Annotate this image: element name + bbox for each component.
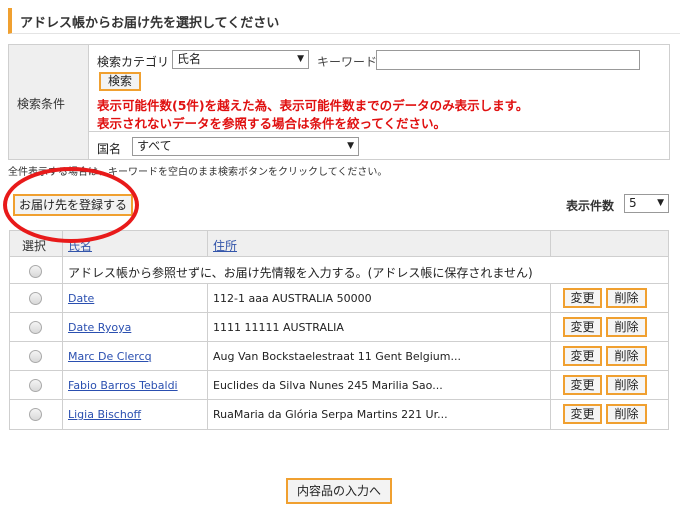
country-select[interactable]: すべて ▼ (132, 137, 359, 156)
address-text: RuaMaria da Glória Serpa Martins 221 Ur.… (213, 408, 448, 421)
display-count-select[interactable]: 5 ▼ (624, 194, 669, 213)
address-text: 1111 11111 AUSTRALIA (213, 321, 344, 334)
category-select[interactable]: 氏名 ▼ (172, 50, 309, 69)
address-name-link[interactable]: Date (68, 292, 94, 305)
keyword-input[interactable] (376, 50, 640, 70)
warning-text-line1: 表示可能件数(5件)を越えた為、表示可能件数までのデータのみ表示します。 (97, 98, 529, 113)
table-row: Marc De Clercq Aug Van Bockstaelestraat … (10, 342, 668, 371)
divider (89, 131, 669, 132)
address-name-link[interactable]: Marc De Clercq (68, 350, 152, 363)
edit-button[interactable]: 変更 (563, 317, 602, 337)
country-label: 国名 (97, 142, 122, 156)
delete-button[interactable]: 削除 (606, 346, 647, 366)
address-name-link[interactable]: Ligia Bischoff (68, 408, 141, 421)
table-header: 選択 氏名 住所 (10, 231, 668, 257)
edit-button[interactable]: 変更 (563, 404, 602, 424)
table-row: Fabio Barros Tebaldi Euclides da Silva N… (10, 371, 668, 400)
row-radio[interactable] (29, 265, 42, 278)
row-radio[interactable] (29, 292, 42, 305)
chevron-down-icon: ▼ (297, 54, 304, 64)
row-radio[interactable] (29, 408, 42, 421)
address-text: 112-1 aaa AUSTRALIA 50000 (213, 292, 372, 305)
display-count-value: 5 (629, 196, 637, 210)
address-text: Aug Van Bockstaelestraat 11 Gent Belgium… (213, 350, 461, 363)
delete-button[interactable]: 削除 (606, 317, 647, 337)
sort-by-name-link[interactable]: 氏名 (68, 237, 92, 254)
search-hint: 全件表示する場合は、キーワードを空白のまま検索ボタンをクリックしてください。 (8, 167, 388, 178)
chevron-down-icon: ▼ (347, 141, 354, 151)
table-row-free-entry: アドレス帳から参照せずに、お届け先情報を入力する。(アドレス帳に保存されません) (10, 257, 668, 284)
search-conditions-panel: 検索条件 検索カテゴリ 氏名 ▼ キーワード 検索 表示可能件数(5件)を越えた… (8, 44, 670, 160)
table-row: Date Ryoya 1111 11111 AUSTRALIA 変更 削除 (10, 313, 668, 342)
table-row: Ligia Bischoff RuaMaria da Glória Serpa … (10, 400, 668, 429)
register-address-button[interactable]: お届け先を登録する (13, 194, 133, 216)
condition-label: 検索条件 (17, 97, 66, 111)
page-header: アドレス帳からお届け先を選択してください (8, 8, 680, 34)
edit-button[interactable]: 変更 (563, 288, 602, 308)
row-radio[interactable] (29, 321, 42, 334)
edit-button[interactable]: 変更 (563, 375, 602, 395)
row-radio[interactable] (29, 350, 42, 363)
display-count-label: 表示件数 (566, 199, 615, 213)
delete-button[interactable]: 削除 (606, 404, 647, 424)
next-step-button[interactable]: 内容品の入力へ (286, 478, 392, 504)
warning-text-line2: 表示されないデータを参照する場合は条件を絞ってください。 (97, 116, 447, 131)
category-label: 検索カテゴリ (97, 55, 170, 69)
address-text: Euclides da Silva Nunes 245 Marilia Sao.… (213, 379, 443, 392)
country-value: すべて (137, 139, 172, 153)
row-radio[interactable] (29, 379, 42, 392)
keyword-label: キーワード (317, 55, 378, 69)
page-title: アドレス帳からお届け先を選択してください (20, 16, 280, 31)
free-entry-text: アドレス帳から参照せずに、お届け先情報を入力する。(アドレス帳に保存されません) (68, 266, 533, 280)
header-select: 選択 (22, 239, 47, 253)
sort-by-address-link[interactable]: 住所 (213, 237, 237, 254)
edit-button[interactable]: 変更 (563, 346, 602, 366)
chevron-down-icon: ▼ (657, 198, 664, 208)
address-name-link[interactable]: Date Ryoya (68, 321, 131, 334)
delete-button[interactable]: 削除 (606, 288, 647, 308)
delete-button[interactable]: 削除 (606, 375, 647, 395)
search-button[interactable]: 検索 (99, 72, 141, 91)
condition-label-cell: 検索条件 (9, 45, 89, 159)
table-row: Date 112-1 aaa AUSTRALIA 50000 変更 削除 (10, 284, 668, 313)
category-value: 氏名 (177, 52, 202, 66)
address-table: 選択 氏名 住所 アドレス帳から参照せずに、お届け先情報を入力する。(アドレス帳… (9, 230, 669, 430)
address-name-link[interactable]: Fabio Barros Tebaldi (68, 379, 178, 392)
